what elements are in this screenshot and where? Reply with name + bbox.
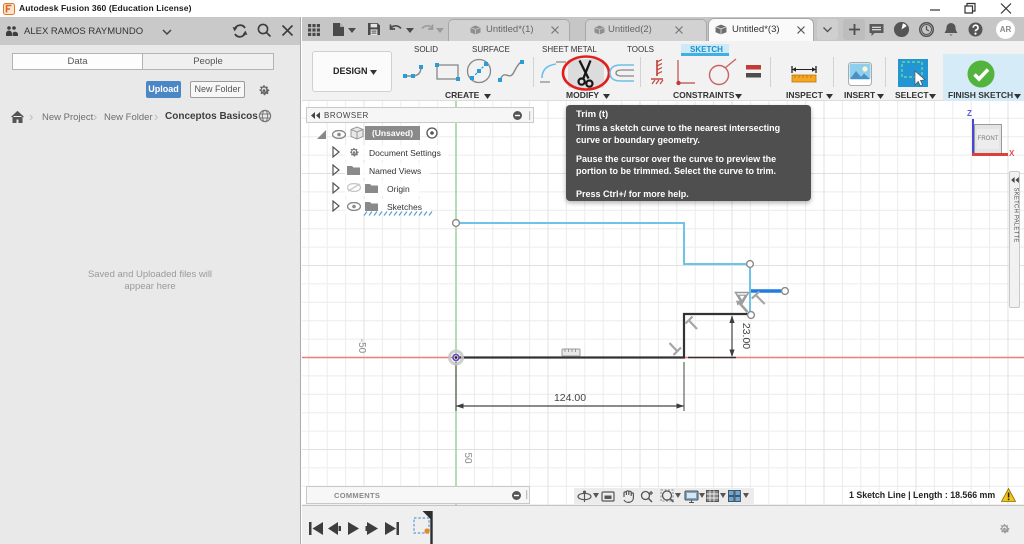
svg-text:124.00: 124.00 — [554, 392, 586, 404]
svg-text:-50: -50 — [356, 339, 367, 354]
svg-text:23.00: 23.00 — [740, 323, 752, 349]
svg-text:50: 50 — [462, 452, 473, 464]
